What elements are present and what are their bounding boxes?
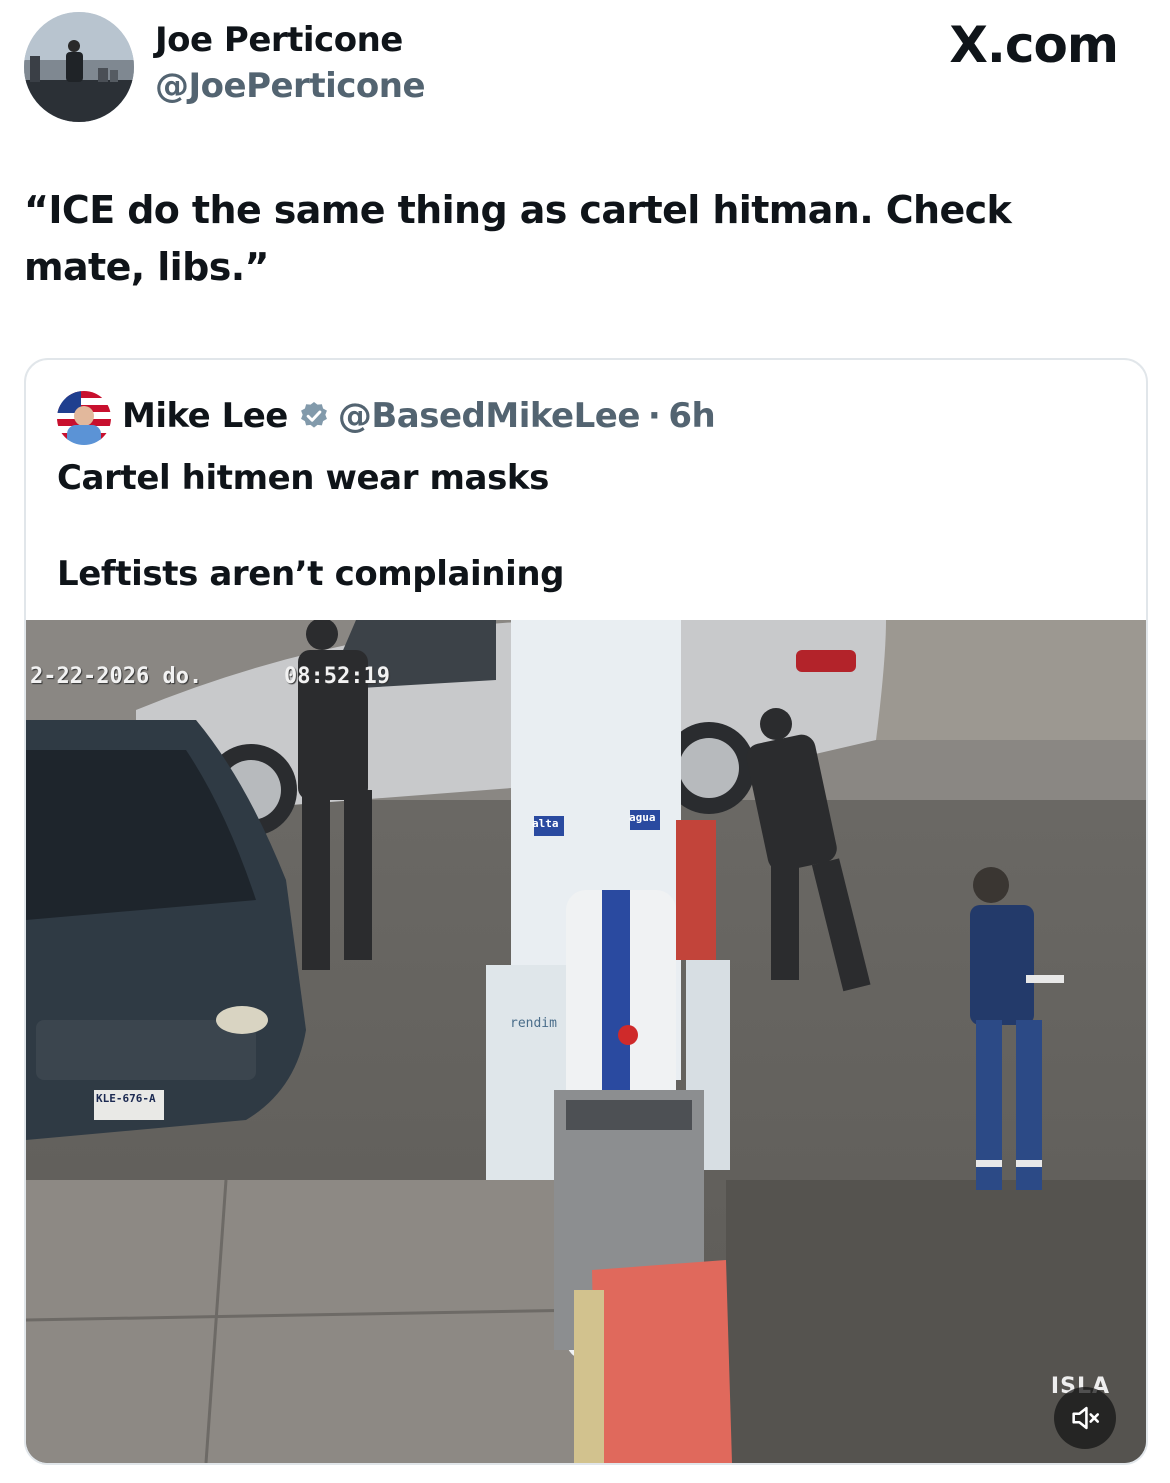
author-handle[interactable]: @JoePerticone bbox=[155, 66, 426, 106]
pump-label-1: alta bbox=[532, 817, 559, 830]
pump-sign-text: rendim bbox=[510, 1016, 557, 1031]
quote-time[interactable]: 6h bbox=[668, 396, 715, 436]
quote-author-name[interactable]: Mike Lee bbox=[122, 396, 288, 436]
quote-text-line-1: Cartel hitmen wear masks bbox=[57, 458, 549, 498]
video-timestamp-time: 08:52:19 bbox=[284, 664, 390, 689]
speaker-muted-icon bbox=[1068, 1401, 1102, 1435]
quote-header: Mike Lee @BasedMikeLee · 6h bbox=[122, 396, 716, 436]
quoted-tweet-card[interactable]: Mike Lee @BasedMikeLee · 6h Cartel hitme… bbox=[24, 358, 1148, 1465]
author-name[interactable]: Joe Perticone bbox=[155, 20, 403, 60]
meta-separator: · bbox=[647, 396, 661, 436]
author-avatar[interactable] bbox=[24, 12, 134, 122]
quote-author-handle[interactable]: @BasedMikeLee bbox=[338, 396, 641, 436]
pump-label-2: agua bbox=[629, 811, 656, 824]
site-brand: X.com bbox=[949, 16, 1119, 74]
quote-text-line-2: Leftists aren’t complaining bbox=[57, 554, 565, 594]
video-timestamp-date: 2-22-2026 do. bbox=[30, 664, 203, 689]
video-player[interactable]: 2-22-2026 do. 08:52:19 KLE-676-A alta ag… bbox=[26, 620, 1146, 1463]
verified-badge-icon bbox=[298, 400, 330, 432]
license-plate: KLE-676-A bbox=[96, 1092, 156, 1105]
quote-author-avatar[interactable] bbox=[57, 391, 111, 445]
surveillance-video-frame bbox=[26, 620, 1146, 1463]
mute-toggle-button[interactable] bbox=[1054, 1387, 1116, 1449]
tweet-text: “ICE do the same thing as cartel hitman.… bbox=[24, 188, 1012, 289]
